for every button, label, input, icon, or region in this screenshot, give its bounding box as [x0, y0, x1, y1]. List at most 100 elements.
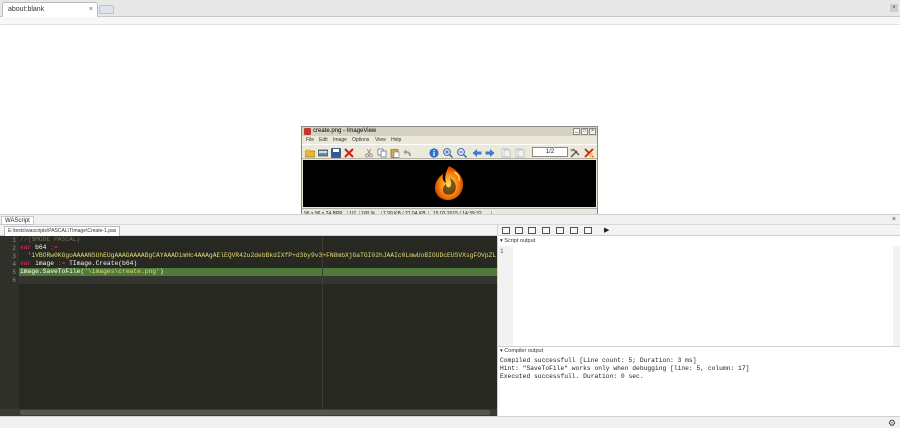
tab-close-icon[interactable]: × [89, 6, 93, 13]
scrollbar-thumb[interactable] [20, 410, 490, 415]
code-line[interactable]: image.SaveToFile('\images\create.png') [20, 268, 164, 276]
file-tab[interactable]: E:\tests\wascripts\PASCAL\TImage\Create-… [4, 226, 121, 236]
next-icon[interactable] [485, 148, 495, 158]
image-canvas [303, 160, 596, 207]
code-line[interactable]: var image := TImage.Create(b64) [20, 260, 137, 268]
menu-image[interactable]: Image [333, 137, 347, 143]
line-number: 5 [12, 269, 16, 276]
prev-icon[interactable] [472, 148, 482, 158]
status-bar: ⚙ [0, 416, 900, 428]
output-toolbar: ▶ [497, 225, 900, 236]
code-token: ) [159, 268, 164, 275]
line-number: 4 [12, 261, 16, 268]
editor-gutter: 123456 [0, 236, 19, 416]
new-script-icon[interactable] [502, 227, 510, 234]
info-icon[interactable] [429, 148, 439, 158]
collapse-icon[interactable]: ▾ [500, 238, 503, 244]
code-token: image.SaveToFile( [20, 268, 85, 275]
imageview-titlebar[interactable]: create.png - ImageView _ □ × [302, 127, 597, 136]
window-close-button[interactable]: × [890, 4, 898, 12]
imageview-window: create.png - ImageView _ □ × File Edit I… [301, 126, 598, 219]
code-token: '\images\create.png' [84, 268, 160, 275]
line-number: 2 [12, 245, 16, 252]
file-tab-strip: E:\tests\wascripts\PASCAL\TImage\Create-… [0, 225, 497, 236]
script-output-header[interactable]: ▾ Script output [497, 237, 900, 246]
wascript-panel-bar: WAScript × [0, 214, 900, 225]
code-token: := [50, 244, 58, 251]
print-margin [322, 236, 323, 416]
script-output-label: Script output [504, 238, 536, 244]
code-token: var [20, 260, 32, 267]
page-number-field[interactable]: 1/2 [532, 147, 568, 157]
maximize-button[interactable]: □ [581, 128, 588, 135]
last-page-icon[interactable] [515, 148, 525, 158]
compiler-output-header[interactable]: ▾ Compiler output [497, 346, 900, 355]
code-token: b64 [31, 244, 51, 251]
menu-file[interactable]: File [306, 137, 314, 143]
split-icon[interactable] [584, 227, 592, 234]
zoom-in-icon[interactable] [443, 148, 453, 158]
script-output-gutter [498, 246, 513, 346]
layout-icon[interactable] [556, 227, 564, 234]
imageview-toolbar: 1/2 [302, 144, 597, 159]
menu-help[interactable]: Help [391, 137, 401, 143]
browser-tab-strip: about:blank × × [0, 0, 900, 17]
save-icon[interactable] [331, 148, 341, 158]
compiler-line: Hint: "SaveToFile" works only when debug… [500, 365, 750, 372]
new-tab-button[interactable] [99, 5, 114, 14]
cut-icon[interactable] [364, 148, 374, 158]
code-editor[interactable]: 123456 //{$MODE PASCAL} var b64 := 'iVBOR… [0, 236, 497, 416]
code-line[interactable]: 'iVBORw0KGgoAAAANSUhEUgAAAGAAAABgCAYAAAD… [20, 252, 497, 260]
settings-icon[interactable] [570, 148, 580, 158]
code-token: image [31, 260, 58, 267]
wascript-tab[interactable]: WAScript [1, 216, 34, 225]
editor-horizontal-scrollbar[interactable] [0, 409, 497, 416]
open-script-icon[interactable] [515, 227, 523, 234]
exit-icon[interactable] [584, 148, 594, 158]
code-token: //{$MODE PASCAL} [20, 236, 81, 243]
compiler-output-area[interactable]: Compiled successfull [Line count: 5; Dur… [497, 355, 900, 416]
compiler-output-label: Compiler output [504, 348, 544, 354]
imageview-title: create.png - ImageView [313, 128, 377, 134]
window-icon[interactable] [542, 227, 550, 234]
line-number: 6 [12, 277, 16, 284]
imageview-app-icon [304, 128, 311, 135]
panel-close-icon[interactable]: × [892, 216, 896, 223]
compiler-line: Executed successfull. Duration: 0 sec. [500, 373, 644, 380]
imageview-menubar: File Edit Image Options View Help [302, 136, 597, 144]
delete-icon[interactable] [344, 148, 354, 158]
scan-icon[interactable] [318, 148, 328, 158]
menu-edit[interactable]: Edit [319, 137, 328, 143]
undo-icon[interactable] [403, 148, 413, 158]
open-icon[interactable] [305, 148, 315, 158]
code-token: TImage.Create(b64) [65, 260, 138, 267]
line-number: 1 [12, 237, 16, 244]
browser-toolbar [0, 17, 900, 25]
save-script-icon[interactable] [528, 227, 536, 234]
paste-icon[interactable] [390, 148, 400, 158]
menu-view[interactable]: View [375, 137, 386, 143]
compiler-line: Compiled successfull [Line count: 5; Dur… [500, 357, 697, 364]
code-line[interactable]: var b64 := [20, 244, 58, 252]
current-line-highlight [19, 276, 497, 284]
browser-tab[interactable]: about:blank × [2, 2, 98, 17]
line-number: 3 [12, 253, 16, 260]
zoom-out-icon[interactable] [457, 148, 467, 158]
code-token: var [20, 244, 32, 251]
close-button[interactable]: × [589, 128, 596, 135]
script-output-area[interactable]: 1 [497, 246, 900, 346]
first-page-icon[interactable] [501, 148, 511, 158]
minimize-button[interactable]: _ [573, 128, 580, 135]
script-output-line-number: 1 [500, 248, 504, 255]
flame-logo-icon [434, 166, 464, 200]
panel-icon[interactable] [570, 227, 578, 234]
collapse-icon[interactable]: ▾ [500, 348, 503, 354]
browser-tab-title: about:blank [8, 6, 45, 13]
gear-icon[interactable]: ⚙ [887, 418, 897, 428]
code-token: 'iVBORw0KGgoAAAANSUhEUgAAAGAAAABgCAYAAAD… [20, 252, 497, 259]
code-line[interactable]: //{$MODE PASCAL} [20, 236, 80, 244]
copy-icon[interactable] [377, 148, 387, 158]
script-output-scrollbar[interactable] [893, 246, 900, 346]
menu-options[interactable]: Options [352, 137, 369, 143]
run-icon[interactable]: ▶ [604, 226, 609, 234]
